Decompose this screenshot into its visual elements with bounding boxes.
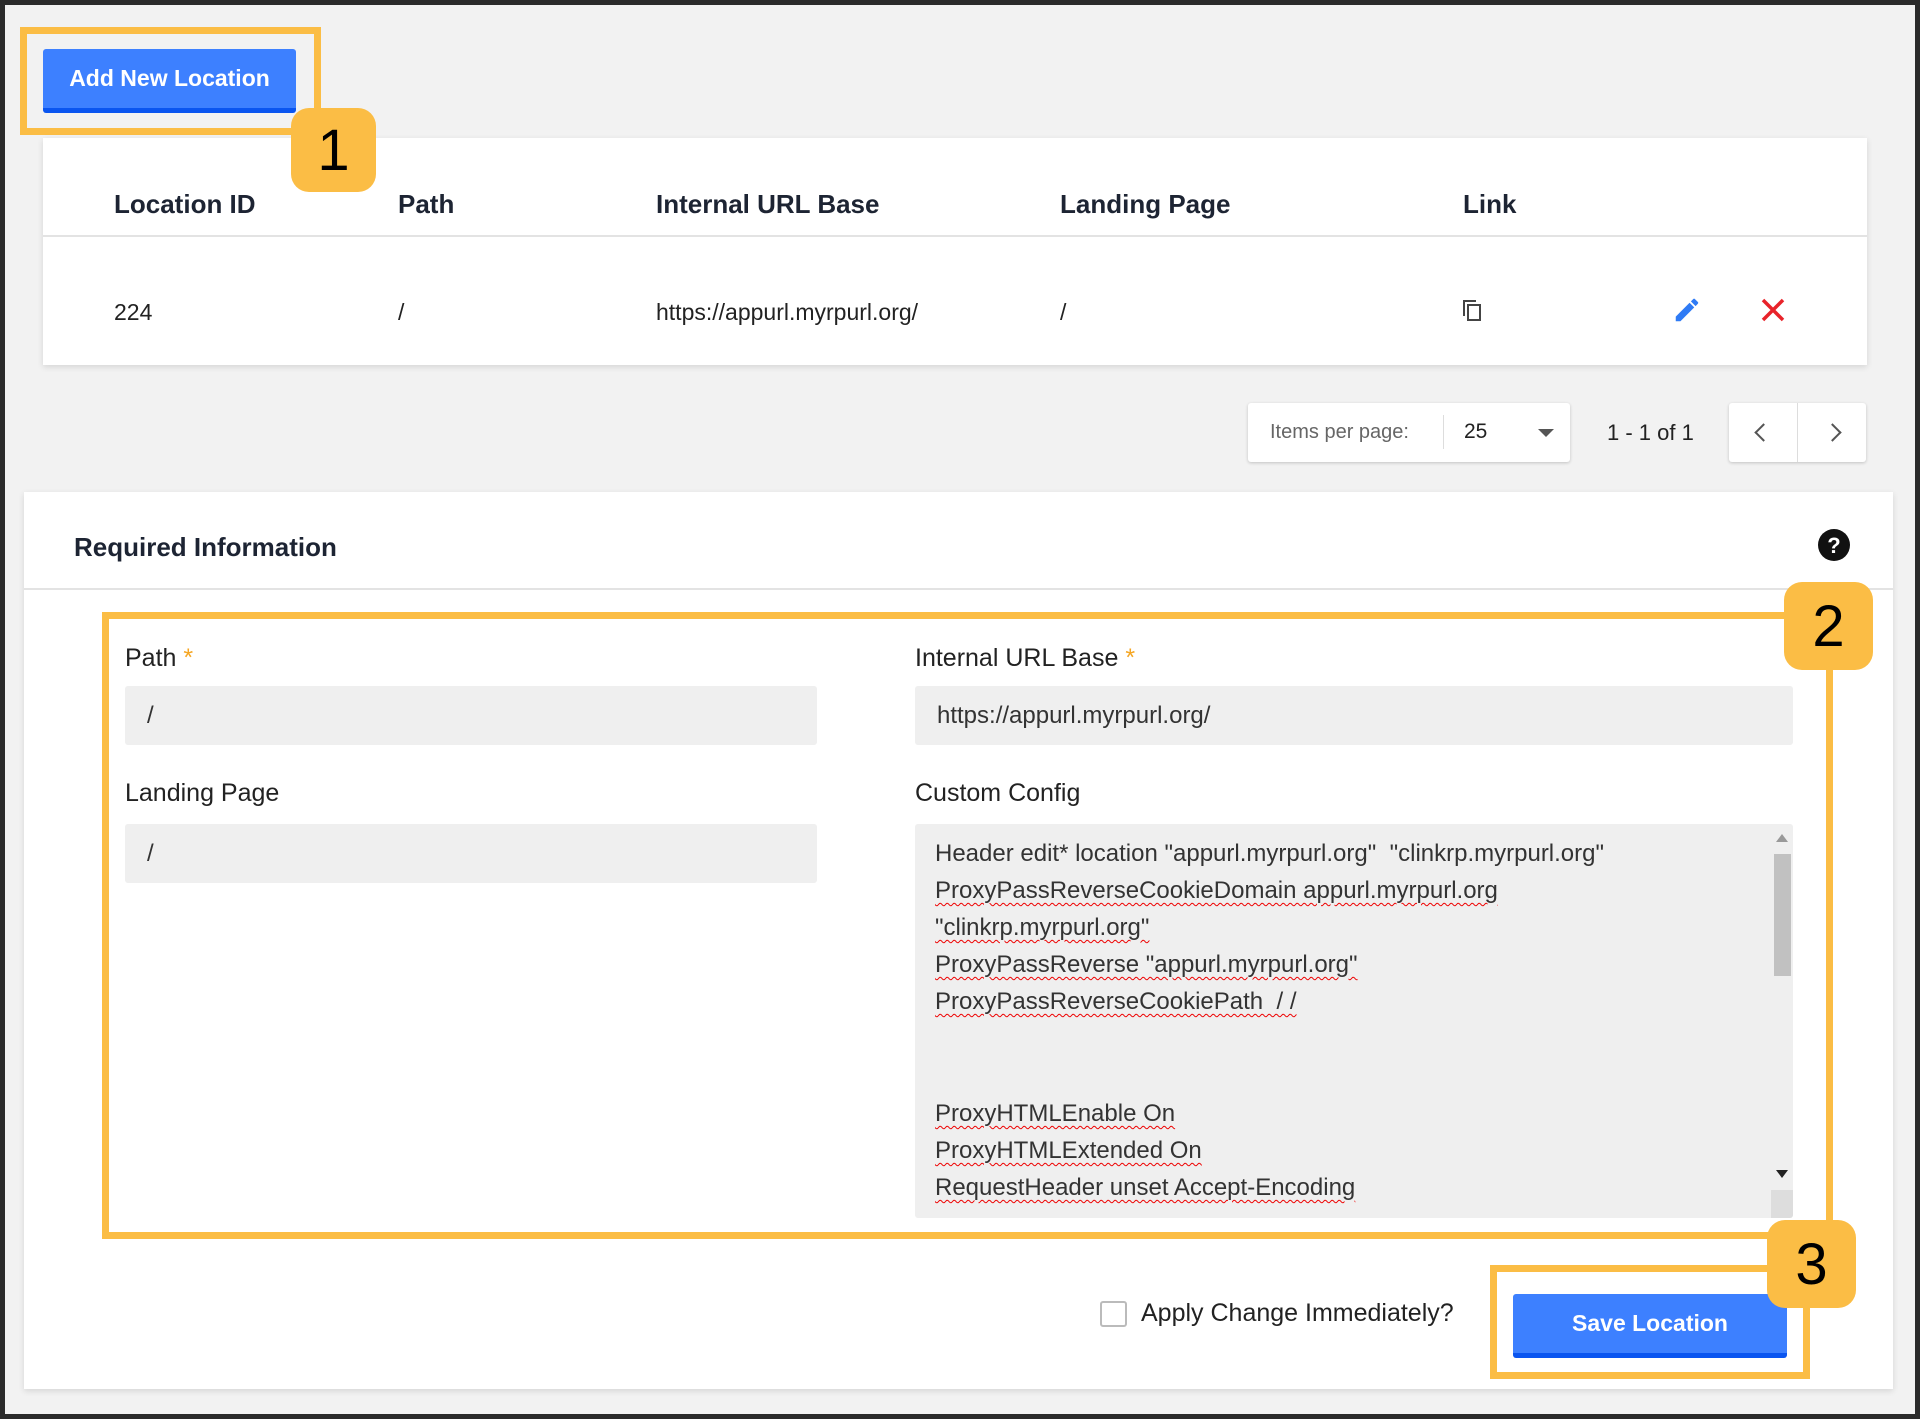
delete-icon[interactable] — [1760, 297, 1786, 323]
page-size-select[interactable]: 25 — [1444, 403, 1570, 462]
next-page-button[interactable] — [1798, 403, 1866, 462]
column-header-path[interactable]: Path — [398, 189, 454, 220]
column-header-internal-url[interactable]: Internal URL Base — [656, 189, 879, 220]
paginator-nav — [1729, 403, 1866, 462]
column-header-link: Link — [1463, 189, 1516, 220]
paginator: Items per page: 25 — [1248, 403, 1570, 462]
card-title: Required Information — [74, 532, 337, 563]
svg-text:?: ? — [1827, 533, 1840, 558]
callout-box-3 — [1490, 1265, 1810, 1379]
add-new-location-button[interactable]: Add New Location — [43, 49, 296, 113]
chevron-right-icon — [1823, 423, 1841, 441]
column-header-location-id[interactable]: Location ID — [114, 189, 256, 220]
page: Add New Location Location ID Path Intern… — [5, 5, 1915, 1414]
items-per-page-label: Items per page: — [1270, 421, 1409, 444]
callout-box-2 — [102, 612, 1833, 1239]
callout-badge-1: 1 — [291, 108, 376, 192]
page-range: 1 - 1 of 1 — [1607, 420, 1694, 446]
apply-immediately-checkbox[interactable] — [1100, 1301, 1127, 1327]
previous-page-button[interactable] — [1729, 403, 1798, 462]
edit-icon[interactable] — [1672, 295, 1702, 325]
callout-badge-3: 3 — [1767, 1220, 1856, 1308]
apply-immediately-label[interactable]: Apply Change Immediately? — [1141, 1299, 1454, 1328]
cell-landing-page: / — [1060, 299, 1066, 326]
card-divider — [24, 588, 1893, 590]
column-header-landing-page[interactable]: Landing Page — [1060, 189, 1230, 220]
cell-internal-url: https://appurl.myrpurl.org/ — [656, 299, 918, 326]
copy-icon[interactable] — [1461, 298, 1485, 324]
page-size-value: 25 — [1464, 420, 1487, 444]
chevron-down-icon — [1538, 429, 1554, 437]
header-divider — [43, 235, 1867, 237]
cell-path: / — [398, 299, 404, 326]
chevron-left-icon — [1754, 423, 1772, 441]
callout-badge-2: 2 — [1784, 582, 1873, 670]
cell-location-id: 224 — [114, 299, 152, 326]
help-icon[interactable]: ? — [1817, 528, 1851, 562]
